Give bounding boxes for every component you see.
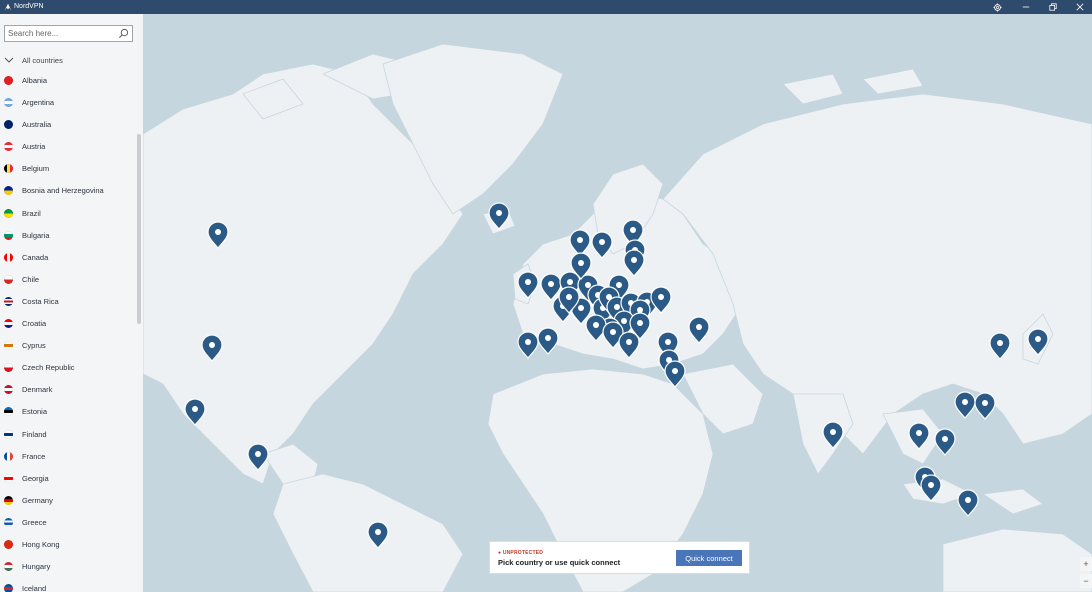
- country-name: Argentina: [22, 98, 55, 108]
- country-item[interactable]: Hong Kong: [0, 534, 136, 556]
- australia-landmass: [942, 528, 1092, 592]
- flag-icon: [4, 186, 13, 196]
- flag-icon: [4, 584, 13, 592]
- country-name: France: [22, 451, 46, 461]
- country-item[interactable]: Albania: [0, 70, 136, 92]
- country-item[interactable]: France: [0, 446, 136, 468]
- country-item[interactable]: Austria: [0, 136, 136, 158]
- flag-icon: [4, 319, 13, 329]
- flag-icon: [4, 341, 13, 351]
- country-name: Cyprus: [22, 341, 46, 351]
- flag-icon: [4, 98, 13, 108]
- country-name: Canada: [22, 252, 49, 262]
- sidebar: All countries AlbaniaArgentinaAustraliaA…: [0, 14, 144, 592]
- country-item[interactable]: Greece: [0, 512, 136, 534]
- country-item[interactable]: Croatia: [0, 313, 136, 335]
- flag-icon: [4, 407, 13, 417]
- country-name: Australia: [22, 120, 52, 130]
- zoom-in-button[interactable]: +: [1080, 557, 1092, 571]
- flag-icon: [4, 517, 13, 527]
- country-list: Albania Argentina Australia Austria Belgium B…: [0, 70, 136, 592]
- country-item[interactable]: Cyprus: [0, 335, 136, 357]
- close-icon[interactable]: [1068, 0, 1092, 14]
- country-name: Austria: [22, 142, 46, 152]
- search-box[interactable]: [4, 25, 133, 42]
- flag-icon: [4, 274, 13, 284]
- flag-icon: [4, 120, 13, 130]
- flag-icon: [4, 208, 13, 218]
- country-name: Belgium: [22, 164, 50, 174]
- title-bar: NordVPN: [0, 0, 1092, 14]
- flag-icon: [4, 562, 13, 572]
- world-map[interactable]: [143, 14, 1092, 592]
- country-item[interactable]: Bosnia and Herzegovina: [0, 180, 136, 202]
- country-name: Bulgaria: [22, 230, 50, 240]
- country-name: Hong Kong: [22, 539, 60, 549]
- country-name: Bosnia and Herzegovina: [22, 186, 104, 196]
- flag-icon: [4, 142, 13, 152]
- country-item[interactable]: Estonia: [0, 401, 136, 423]
- country-name: Albania: [22, 76, 48, 85]
- country-item[interactable]: Argentina: [0, 92, 136, 114]
- country-name: Hungary: [22, 562, 51, 572]
- country-item[interactable]: Georgia: [0, 468, 136, 490]
- settings-icon[interactable]: [985, 0, 1009, 14]
- flag-icon: [4, 164, 13, 174]
- flag-icon: [4, 473, 13, 483]
- window-title: NordVPN: [14, 3, 44, 10]
- flag-icon: [4, 429, 13, 439]
- country-name: Georgia: [22, 473, 49, 483]
- zoom-out-button[interactable]: −: [1080, 574, 1092, 588]
- flag-icon: [4, 539, 13, 549]
- minimize-icon[interactable]: [1014, 0, 1038, 14]
- country-name: Croatia: [22, 319, 47, 329]
- country-item[interactable]: Denmark: [0, 379, 136, 401]
- country-item[interactable]: Belgium: [0, 158, 136, 180]
- flag-icon: [4, 451, 13, 461]
- country-name: Greece: [22, 517, 47, 527]
- country-name: Estonia: [22, 407, 48, 417]
- restore-icon[interactable]: [1041, 0, 1065, 14]
- flag-icon: [4, 495, 13, 505]
- search-input[interactable]: [8, 28, 114, 39]
- flag-icon: [4, 385, 13, 395]
- nordvpn-logo-icon: [4, 3, 12, 11]
- flag-icon: [4, 230, 13, 240]
- connection-status-panel: ● UNPROTECTED Pick country or use quick …: [489, 541, 750, 574]
- country-name: Denmark: [22, 385, 53, 395]
- flag-icon: [4, 363, 13, 373]
- country-name: Germany: [22, 495, 53, 505]
- flag-icon: [4, 252, 13, 262]
- chevron-down-icon: [4, 57, 14, 63]
- sidebar-scrollbar[interactable]: [137, 134, 141, 324]
- country-name: Iceland: [22, 584, 47, 592]
- country-name: Chile: [22, 274, 40, 284]
- country-item[interactable]: Hungary: [0, 556, 136, 578]
- country-item[interactable]: Germany: [0, 490, 136, 512]
- search-icon[interactable]: [118, 28, 129, 39]
- country-item[interactable]: Chile: [0, 269, 136, 291]
- country-item[interactable]: Costa Rica: [0, 291, 136, 313]
- country-item[interactable]: Australia: [0, 114, 136, 136]
- country-item[interactable]: Brazil: [0, 203, 136, 225]
- all-countries-label: All countries: [22, 56, 63, 65]
- flag-icon: [4, 76, 13, 85]
- country-name: Costa Rica: [22, 296, 59, 306]
- country-item[interactable]: Canada: [0, 247, 136, 269]
- quick-connect-button[interactable]: Quick connect: [676, 550, 742, 566]
- country-name: Czech Republic: [22, 363, 75, 373]
- country-item[interactable]: Czech Republic: [0, 357, 136, 379]
- country-item[interactable]: Finland: [0, 424, 136, 446]
- status-message: Pick country or use quick connect: [498, 558, 621, 567]
- flag-icon: [4, 296, 13, 306]
- country-item[interactable]: Bulgaria: [0, 225, 136, 247]
- country-name: Finland: [22, 429, 47, 439]
- country-item[interactable]: Iceland: [0, 578, 136, 592]
- connection-state-label: ● UNPROTECTED: [498, 550, 544, 556]
- country-name: Brazil: [22, 208, 41, 218]
